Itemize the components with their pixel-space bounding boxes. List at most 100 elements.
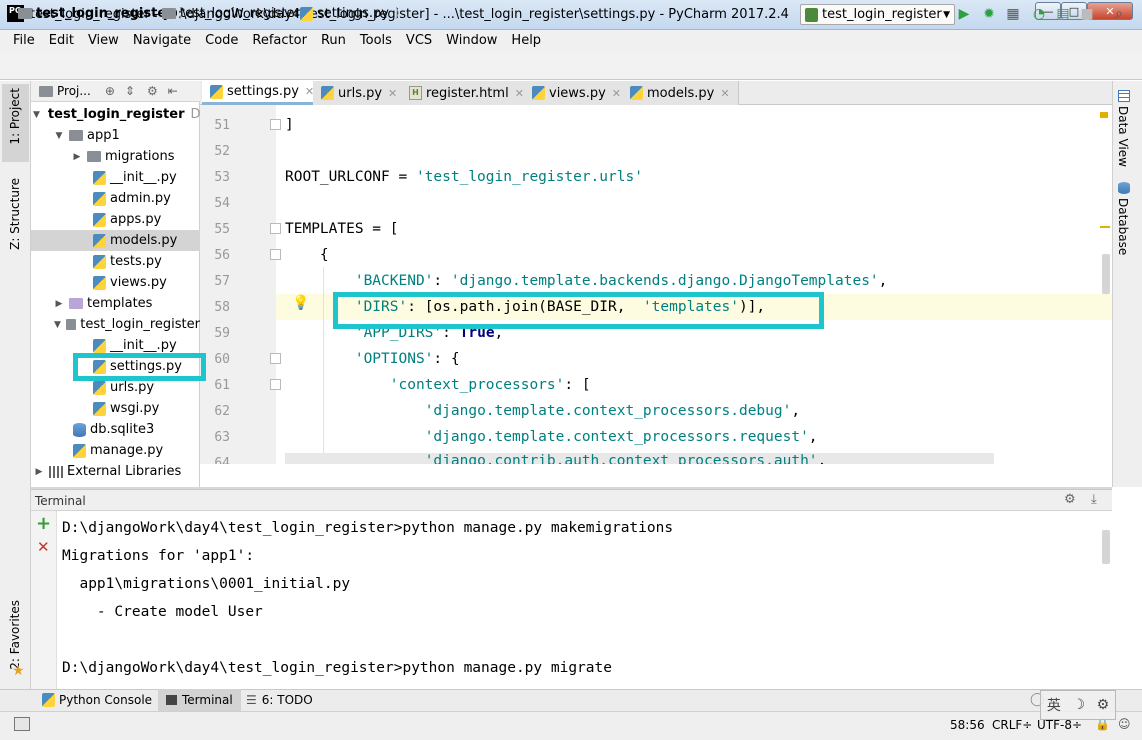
run-configuration-select[interactable]: test_login_register ▼ bbox=[800, 4, 955, 25]
tree-item-templates[interactable]: ▶ templates bbox=[31, 293, 200, 314]
menu-file[interactable]: File bbox=[6, 30, 42, 52]
tab-urls-py[interactable]: urls.py ✕ bbox=[313, 81, 407, 105]
tab-views-py[interactable]: views.py ✕ bbox=[524, 81, 631, 105]
line-separator[interactable]: CRLF÷ bbox=[992, 718, 1032, 732]
menu-run[interactable]: Run bbox=[314, 30, 353, 52]
ime-toolbar[interactable]: 英 ☽ ⚙ bbox=[1040, 690, 1116, 720]
library-icon bbox=[49, 465, 63, 478]
database-icon bbox=[1118, 182, 1130, 194]
tree-item-project-root[interactable]: ▼ test_login_register D bbox=[31, 104, 201, 125]
warning-marker[interactable] bbox=[1100, 112, 1108, 118]
close-tab-icon[interactable]: ✕ bbox=[388, 87, 397, 100]
debug-icon[interactable]: ✹ bbox=[980, 5, 998, 23]
menu-navigate[interactable]: Navigate bbox=[126, 30, 198, 52]
database-tool-tab[interactable]: Database bbox=[1116, 198, 1130, 255]
concurrency-icon[interactable]: ▤ bbox=[1054, 5, 1072, 23]
tree-item-admin[interactable]: admin.py bbox=[31, 188, 200, 209]
folder-icon bbox=[18, 8, 32, 19]
favorites-tool-tab[interactable]: 2: Favorites bbox=[8, 600, 22, 670]
highlight-box-dirs bbox=[333, 292, 824, 329]
ime-settings-icon[interactable]: ⚙ bbox=[1097, 697, 1110, 713]
profile-icon[interactable]: ◔ bbox=[1030, 5, 1048, 23]
tree-item-tests[interactable]: tests.py bbox=[31, 251, 200, 272]
menu-tools[interactable]: Tools bbox=[353, 30, 399, 52]
collapse-icon[interactable]: ⇕ bbox=[125, 84, 135, 98]
run-icon[interactable]: ▶ bbox=[955, 5, 973, 23]
tab-todo[interactable]: ☰ 6: TODO bbox=[238, 689, 321, 711]
target-icon[interactable]: ⊕ bbox=[105, 84, 115, 98]
breadcrumb-project[interactable]: test_login_register ⟩ bbox=[18, 6, 184, 21]
python-file-icon bbox=[321, 86, 334, 100]
file-encoding[interactable]: UTF-8÷ bbox=[1037, 718, 1082, 732]
fold-marker[interactable] bbox=[270, 249, 281, 260]
new-session-icon[interactable]: + bbox=[36, 513, 51, 534]
tab-python-console[interactable]: Python Console bbox=[34, 689, 160, 711]
ime-language-icon[interactable]: 英 bbox=[1047, 695, 1061, 715]
menu-edit[interactable]: Edit bbox=[42, 30, 81, 52]
fold-marker[interactable] bbox=[270, 223, 281, 234]
menu-vcs[interactable]: VCS bbox=[399, 30, 439, 52]
terminal-icon bbox=[166, 695, 177, 705]
code-line: 'BACKEND': 'django.template.backends.dja… bbox=[354, 273, 888, 289]
tree-item-app1-init[interactable]: __init__.py bbox=[31, 167, 200, 188]
python-file-icon bbox=[93, 170, 106, 185]
terminal-scrollbar-thumb[interactable] bbox=[1102, 530, 1110, 564]
search-everywhere-icon[interactable]: ⌕ bbox=[1110, 5, 1128, 23]
menu-view[interactable]: View bbox=[81, 30, 126, 52]
terminal-line: D:\djangoWork\day4\test_login_register>p… bbox=[62, 660, 612, 676]
hide-icon[interactable]: ⇤ bbox=[168, 84, 178, 98]
code-line: ] bbox=[285, 117, 294, 133]
stop-icon[interactable]: ■ bbox=[1078, 5, 1096, 23]
tree-item-migrations[interactable]: ▶ migrations bbox=[31, 146, 200, 167]
python-file-icon bbox=[93, 401, 106, 416]
tree-item-wsgi[interactable]: wsgi.py bbox=[31, 398, 200, 419]
navigation-bar bbox=[0, 52, 1142, 80]
line-number: 58 bbox=[214, 300, 230, 315]
menu-help[interactable]: Help bbox=[504, 30, 548, 52]
fold-marker[interactable] bbox=[270, 379, 281, 390]
fold-marker[interactable] bbox=[270, 119, 281, 130]
tree-item-external-libraries[interactable]: ▶ External Libraries bbox=[31, 461, 200, 482]
breadcrumb-package[interactable]: test_login_register⟩ bbox=[162, 6, 311, 21]
menu-refactor[interactable]: Refactor bbox=[245, 30, 314, 52]
tab-models-py[interactable]: models.py ✕ bbox=[622, 81, 739, 105]
gear-icon[interactable]: ⚙ bbox=[147, 84, 158, 98]
ime-moon-icon[interactable]: ☽ bbox=[1072, 697, 1085, 713]
tab-settings-py[interactable]: settings.py ✕ bbox=[202, 81, 324, 105]
tree-item-apps[interactable]: apps.py bbox=[31, 209, 200, 230]
gear-icon[interactable]: ⚙ bbox=[1064, 492, 1076, 507]
inspector-icon[interactable]: ☺ bbox=[1118, 717, 1131, 731]
tree-item-test-login-register[interactable]: ▼ test_login_register bbox=[31, 314, 200, 335]
python-file-icon bbox=[93, 275, 106, 290]
tab-register-html[interactable]: Hregister.html ✕ bbox=[401, 81, 533, 105]
close-tab-icon[interactable]: ✕ bbox=[515, 87, 524, 100]
menu-code[interactable]: Code bbox=[198, 30, 245, 52]
python-file-icon bbox=[93, 338, 106, 353]
data-view-tool-tab[interactable]: Data View bbox=[1116, 106, 1130, 167]
python-file-icon bbox=[210, 84, 223, 99]
tree-item-manage[interactable]: manage.py bbox=[31, 440, 200, 461]
structure-tool-tab[interactable]: Z: Structure bbox=[8, 178, 22, 250]
close-tab-icon[interactable]: ✕ bbox=[720, 87, 729, 100]
project-view-selector[interactable]: Proj... bbox=[57, 84, 91, 98]
tree-item-views[interactable]: views.py bbox=[31, 272, 200, 293]
caret-position[interactable]: 58:56 bbox=[950, 718, 985, 732]
tree-item-app1[interactable]: ▼ app1 bbox=[31, 125, 200, 146]
left-tool-strip bbox=[0, 81, 31, 689]
terminal-line: - Create model User bbox=[62, 604, 263, 620]
fold-marker[interactable] bbox=[270, 353, 281, 364]
tree-item-models[interactable]: models.py bbox=[31, 230, 200, 251]
coverage-icon[interactable]: ▦ bbox=[1004, 5, 1022, 23]
chevron-down-icon: ▼ bbox=[33, 109, 40, 120]
breadcrumb-file[interactable]: settings.py ⟩ bbox=[300, 6, 400, 21]
tool-windows-icon[interactable] bbox=[14, 717, 30, 731]
error-stripe-mark bbox=[1100, 226, 1110, 228]
editor-scrollbar-thumb[interactable] bbox=[1102, 254, 1110, 294]
close-tab-icon[interactable]: ✕ bbox=[612, 87, 621, 100]
menu-window[interactable]: Window bbox=[439, 30, 504, 52]
tab-terminal[interactable]: Terminal bbox=[158, 689, 241, 711]
tree-item-db-sqlite[interactable]: db.sqlite3 bbox=[31, 419, 200, 440]
project-tool-tab[interactable]: 1: Project bbox=[8, 88, 22, 145]
close-session-icon[interactable]: ✕ bbox=[37, 538, 50, 556]
hide-panel-icon[interactable]: ⤓ bbox=[1091, 492, 1097, 507]
